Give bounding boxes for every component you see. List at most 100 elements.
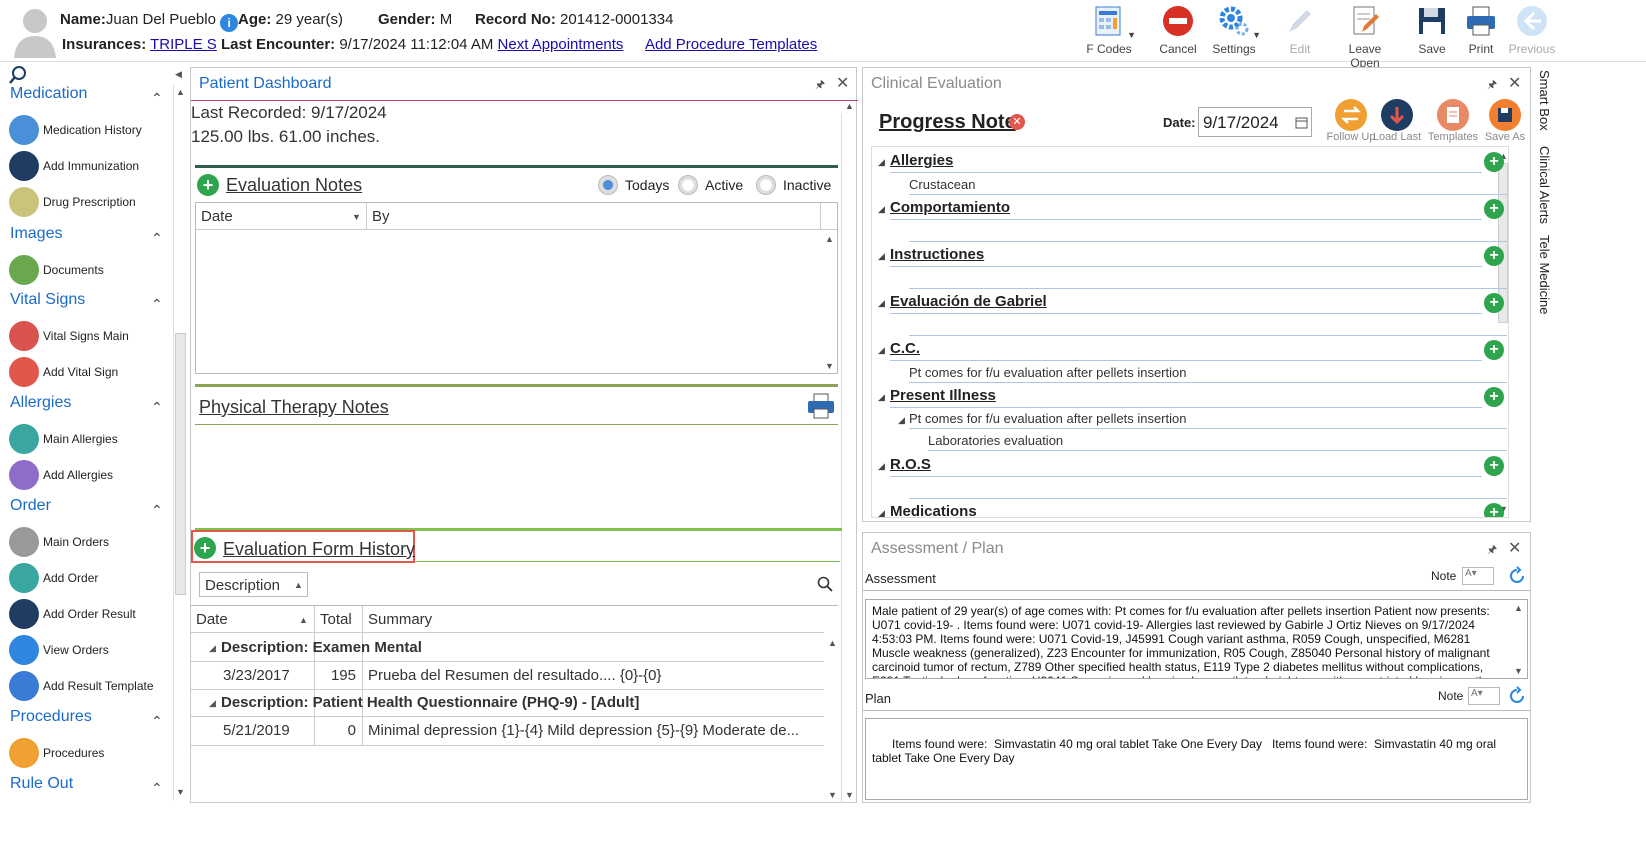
save-as-button[interactable]: Save As <box>1479 99 1531 143</box>
add-allergies-button[interactable]: + <box>1484 152 1504 172</box>
radio-active-label[interactable]: Active <box>705 177 743 193</box>
sidebar-item-add-immunization[interactable]: Add Immunization <box>43 159 139 173</box>
collapse-left-icon[interactable]: ◀ <box>175 69 182 80</box>
assessment-textarea[interactable]: Male patient of 29 year(s) of age comes … <box>865 599 1528 679</box>
radio-todays[interactable] <box>598 175 618 195</box>
next-appointments-link[interactable]: Next Appointments <box>498 36 624 53</box>
add-ros-button[interactable]: + <box>1484 456 1504 476</box>
add-evaluacion-button[interactable]: + <box>1484 293 1504 313</box>
present-illness-item[interactable]: Laboratories evaluation <box>928 433 1063 448</box>
scroll-thumb[interactable] <box>175 333 186 595</box>
section-instructiones[interactable]: Instructiones <box>890 246 984 263</box>
collapse-section-icon[interactable]: ◢ <box>878 461 885 472</box>
section-evaluacion-gabriel[interactable]: Evaluación de Gabriel <box>890 293 1047 310</box>
chevron-up-icon[interactable]: ⌃ <box>151 780 163 797</box>
settings-button[interactable]: ▼ Settings <box>1202 4 1266 60</box>
scroll-up-icon[interactable]: ▲ <box>845 101 854 111</box>
section-allergies[interactable]: Allergies <box>890 152 953 169</box>
collapse-section-icon[interactable]: ◢ <box>878 345 885 356</box>
sort-up-icon[interactable]: ▲ <box>294 580 303 590</box>
collapse-section-icon[interactable]: ◢ <box>878 251 885 262</box>
sidebar-item-vital-signs-main[interactable]: Vital Signs Main <box>43 329 129 343</box>
chevron-down-icon[interactable]: ▼ <box>1127 30 1136 40</box>
sort-down-icon[interactable]: ▼ <box>352 212 361 222</box>
collapse-subsection-icon[interactable]: ◢ <box>898 415 905 426</box>
scroll-up-icon[interactable]: ▲ <box>825 234 834 244</box>
collapse-section-icon[interactable]: ◢ <box>878 508 885 517</box>
sidebar-section-allergies[interactable]: Allergies <box>10 394 71 412</box>
scroll-up-icon[interactable]: ▲ <box>828 638 837 648</box>
collapse-group-icon[interactable]: ◢ <box>209 643 216 654</box>
chevron-up-icon[interactable]: ⌃ <box>151 296 163 313</box>
scroll-up-icon[interactable]: ▲ <box>176 87 185 97</box>
add-evaluation-form-button[interactable]: + <box>194 537 216 559</box>
load-last-button[interactable]: Load Last <box>1371 99 1423 143</box>
scroll-down-icon[interactable]: ▼ <box>845 790 854 800</box>
tab-clinical-alerts[interactable]: Clinical Alerts <box>1537 146 1552 224</box>
fcodes-button[interactable]: ▼ F Codes <box>1077 4 1141 60</box>
scroll-down-icon[interactable]: ▼ <box>828 790 837 800</box>
pin-icon[interactable]: 🖈 <box>1487 541 1497 560</box>
sidebar-item-add-order[interactable]: Add Order <box>43 571 98 585</box>
note-format-dropdown[interactable]: A▾ <box>1468 687 1500 705</box>
chevron-up-icon[interactable]: ⌃ <box>151 399 163 416</box>
tab-smart-box[interactable]: Smart Box <box>1537 70 1552 131</box>
add-cc-button[interactable]: + <box>1484 340 1504 360</box>
calendar-icon[interactable] <box>1295 116 1308 129</box>
scroll-down-icon[interactable]: ▼ <box>825 361 834 371</box>
dashboard-scrollbar[interactable] <box>841 113 842 803</box>
add-medications-button[interactable]: + <box>1484 503 1504 517</box>
sort-up-icon[interactable]: ▲ <box>299 615 308 625</box>
pin-icon[interactable]: 🖈 <box>1487 76 1497 95</box>
close-icon[interactable]: ✕ <box>836 73 849 93</box>
row-summary[interactable]: Prueba del Resumen del resultado.... {0}… <box>368 667 662 684</box>
sidebar-section-vital-signs[interactable]: Vital Signs <box>10 291 85 309</box>
allergy-item[interactable]: Crustacean <box>909 177 975 192</box>
row-total[interactable]: 0 <box>320 722 356 739</box>
collapse-group-icon[interactable]: ◢ <box>209 698 216 709</box>
collapse-section-icon[interactable]: ◢ <box>878 392 885 403</box>
remove-note-icon[interactable]: ✕ <box>1009 114 1025 130</box>
printer-icon[interactable] <box>807 393 835 419</box>
group-header[interactable]: Description: Patient Health Questionnair… <box>221 694 639 711</box>
pin-icon[interactable]: 🖈 <box>815 76 825 95</box>
cancel-button[interactable]: Cancel <box>1146 4 1210 60</box>
col-summary[interactable]: Summary <box>368 611 432 628</box>
add-instructiones-button[interactable]: + <box>1484 246 1504 266</box>
cc-item[interactable]: Pt comes for f/u evaluation after pellet… <box>909 365 1186 380</box>
sidebar-item-add-order-result[interactable]: Add Order Result <box>43 607 136 621</box>
sidebar-item-documents[interactable]: Documents <box>43 263 104 277</box>
section-cc[interactable]: C.C. <box>890 340 920 357</box>
close-icon[interactable]: ✕ <box>1508 73 1521 93</box>
date-input[interactable]: 9/17/2024 <box>1198 107 1312 137</box>
sidebar-section-images[interactable]: Images <box>10 225 62 243</box>
add-present-illness-button[interactable]: + <box>1484 387 1504 407</box>
sidebar-scrollbar[interactable]: ▲ ▼ <box>173 85 187 801</box>
chevron-up-icon[interactable]: ⌃ <box>151 230 163 247</box>
refresh-icon[interactable] <box>1507 566 1527 586</box>
sidebar-section-order[interactable]: Order <box>10 497 51 515</box>
edit-button[interactable]: Edit <box>1268 4 1332 60</box>
scroll-down-icon[interactable]: ▼ <box>176 787 185 797</box>
row-total[interactable]: 195 <box>320 667 356 684</box>
templates-button[interactable]: Templates <box>1427 99 1479 143</box>
section-comportamiento[interactable]: Comportamiento <box>890 199 1010 216</box>
row-date[interactable]: 5/21/2019 <box>223 722 290 739</box>
radio-inactive-label[interactable]: Inactive <box>783 177 831 193</box>
chevron-down-icon[interactable]: ▼ <box>1252 30 1261 40</box>
radio-inactive[interactable] <box>756 175 776 195</box>
sidebar-section-procedures[interactable]: Procedures <box>10 708 92 726</box>
sidebar-item-main-orders[interactable]: Main Orders <box>43 535 109 549</box>
sidebar-item-procedures[interactable]: Procedures <box>43 746 104 760</box>
scroll-up-icon[interactable]: ▲ <box>1514 603 1523 613</box>
chevron-up-icon[interactable]: ⌃ <box>151 502 163 519</box>
sidebar-item-view-orders[interactable]: View Orders <box>43 643 109 657</box>
scroll-down-icon[interactable]: ▼ <box>1514 666 1523 676</box>
add-evaluation-note-button[interactable]: + <box>197 174 219 196</box>
note-format-dropdown[interactable]: A▾ <box>1462 567 1494 585</box>
section-ros[interactable]: R.O.S <box>890 456 931 473</box>
evaluation-notes-title[interactable]: Evaluation Notes <box>226 175 362 196</box>
leave-open-button[interactable]: Leave Open <box>1333 4 1397 70</box>
present-illness-subitem[interactable]: Pt comes for f/u evaluation after pellet… <box>909 411 1186 426</box>
sidebar-item-add-allergies[interactable]: Add Allergies <box>43 468 113 482</box>
